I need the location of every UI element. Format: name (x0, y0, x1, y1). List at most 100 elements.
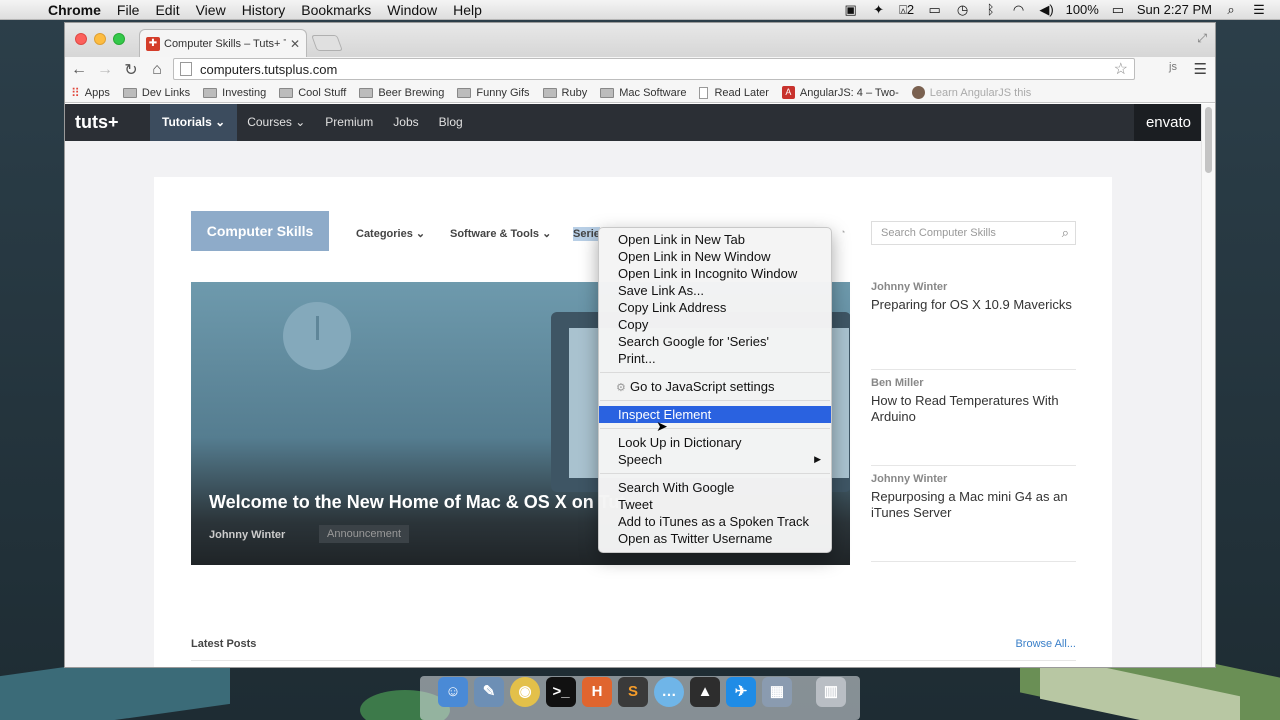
search-icon[interactable]: ⌕ (1062, 225, 1069, 241)
window-close-button[interactable] (75, 33, 87, 45)
ctx-open-incognito[interactable]: Open Link in Incognito Window (599, 265, 831, 282)
messages-icon[interactable]: … (654, 677, 684, 707)
tab-close-icon[interactable]: ✕ (290, 37, 300, 51)
bookmark-ruby[interactable]: Ruby (542, 87, 587, 99)
nav-tutorials[interactable]: Tutorials ⌄ (150, 104, 238, 141)
ctx-tweet[interactable]: Tweet (599, 496, 831, 513)
page-scrollbar[interactable] (1201, 104, 1215, 667)
ctx-save-link-as[interactable]: Save Link As... (599, 282, 831, 299)
post-title[interactable]: Repurposing a Mac mini G4 as an iTunes S… (871, 489, 1076, 521)
subnav-software-tools[interactable]: Software & Tools ⌄ (450, 227, 551, 240)
bookmark-dev-links[interactable]: Dev Links (122, 87, 190, 99)
terminal-icon[interactable]: >_ (546, 677, 576, 707)
menu-app-name[interactable]: Chrome (40, 2, 109, 18)
clock[interactable]: Sun 2:27 PM (1137, 2, 1212, 17)
extension-js-icon[interactable]: js (1169, 61, 1177, 73)
tuts-logo[interactable]: tuts+ (65, 112, 150, 133)
fullscreen-icon[interactable]: ⤢ (1197, 31, 1207, 46)
airplay-icon[interactable]: ▭ (926, 2, 944, 18)
subnav-categories[interactable]: Categories ⌄ (356, 227, 425, 240)
nav-courses[interactable]: Courses ⌄ (237, 104, 315, 141)
rss-icon[interactable]: ◔ (840, 227, 845, 237)
nav-blog[interactable]: Blog (429, 104, 473, 141)
home-icon[interactable]: ⌂ (145, 61, 169, 79)
menu-help[interactable]: Help (445, 2, 490, 18)
search-input[interactable]: Search Computer Skills ⌕ (871, 221, 1076, 245)
ctx-copy-link-address[interactable]: Copy Link Address (599, 299, 831, 316)
section-badge[interactable]: Computer Skills (191, 211, 329, 251)
ctx-print[interactable]: Print... (599, 350, 831, 367)
bookmark-apps[interactable]: ⠿ Apps (71, 86, 110, 100)
bookmark-angularjs[interactable]: A AngularJS: 4 – Two- (781, 86, 899, 99)
bookmark-cool-stuff[interactable]: Cool Stuff (279, 87, 346, 99)
post-title[interactable]: Preparing for OS X 10.9 Mavericks (871, 297, 1076, 313)
menu-file[interactable]: File (109, 2, 148, 18)
scrollbar-thumb[interactable] (1205, 107, 1212, 173)
preview-icon[interactable]: ✎ (474, 677, 504, 707)
time-machine-icon[interactable]: ◷ (954, 2, 972, 18)
browser-tab[interactable]: ✚ Computer Skills – Tuts+ T ✕ (139, 29, 307, 57)
chrome-icon[interactable]: ◉ (510, 677, 540, 707)
hero-author[interactable]: Johnny Winter (209, 529, 285, 541)
dropbox-icon[interactable]: ✦ (870, 2, 888, 18)
ctx-search-with-google[interactable]: Search With Google (599, 479, 831, 496)
chrome-menu-icon[interactable]: ☰ (1194, 60, 1207, 78)
wifi-icon[interactable]: ◠ (1010, 2, 1028, 18)
finder-icon[interactable]: ☺ (438, 677, 468, 707)
ctx-look-up-dictionary[interactable]: Look Up in Dictionary (599, 434, 831, 451)
twitter-icon[interactable]: ✈ (726, 677, 756, 707)
post-author[interactable]: Johnny Winter (871, 281, 1076, 293)
volume-icon[interactable]: ◀) (1038, 2, 1056, 18)
battery-percent[interactable]: 100% (1066, 2, 1099, 17)
post-author[interactable]: Ben Miller (871, 377, 1076, 389)
rocket-icon[interactable]: ▲ (690, 677, 720, 707)
bookmark-read-later[interactable]: Read Later (699, 86, 769, 99)
window-minimize-button[interactable] (94, 33, 106, 45)
browse-all-link[interactable]: Browse All... (1015, 638, 1076, 650)
reload-icon[interactable]: ↻ (119, 60, 143, 80)
menu-view[interactable]: View (188, 2, 234, 18)
nav-premium[interactable]: Premium (315, 104, 383, 141)
photos-icon[interactable]: ▦ (762, 677, 792, 707)
menu-edit[interactable]: Edit (147, 2, 187, 18)
forward-icon[interactable]: → (93, 61, 117, 79)
address-bar[interactable]: computers.tutsplus.com ☆ (173, 58, 1135, 80)
url-text[interactable]: computers.tutsplus.com (200, 62, 337, 77)
spotlight-icon[interactable]: ⌕ (1222, 2, 1240, 18)
notifications-icon[interactable]: ⍓2 (898, 2, 916, 18)
ctx-copy[interactable]: Copy (599, 316, 831, 333)
ctx-open-twitter-username[interactable]: Open as Twitter Username (599, 530, 831, 547)
post-title[interactable]: How to Read Temperatures With Arduino (871, 393, 1076, 425)
trash-icon[interactable]: ▥ (816, 677, 846, 707)
window-zoom-button[interactable] (113, 33, 125, 45)
bookmark-star-icon[interactable]: ☆ (1114, 59, 1128, 79)
battery-icon[interactable]: ▭ (1109, 2, 1127, 18)
nav-jobs[interactable]: Jobs (383, 104, 428, 141)
screen-record-icon[interactable]: ▣ (842, 2, 860, 18)
hero-tag[interactable]: Announcement (319, 525, 409, 543)
ctx-open-new-window[interactable]: Open Link in New Window (599, 248, 831, 265)
h-app-icon[interactable]: H (582, 677, 612, 707)
back-icon[interactable]: ← (67, 61, 91, 79)
ctx-add-to-itunes[interactable]: Add to iTunes as a Spoken Track (599, 513, 831, 530)
menu-history[interactable]: History (234, 2, 294, 18)
post-author[interactable]: Johnny Winter (871, 473, 1076, 485)
bookmark-mac-software[interactable]: Mac Software (600, 87, 686, 99)
ctx-open-new-tab[interactable]: Open Link in New Tab (599, 231, 831, 248)
subnav-series[interactable]: Serie (573, 227, 600, 241)
bluetooth-icon[interactable]: ᛒ (982, 2, 1000, 17)
new-tab-button[interactable] (311, 35, 343, 51)
ctx-search-google[interactable]: Search Google for 'Series' (599, 333, 831, 350)
hero-title[interactable]: Welcome to the New Home of Mac & OS X on… (209, 492, 625, 513)
menu-window[interactable]: Window (379, 2, 445, 18)
sidebar-post[interactable]: Ben Miller How to Read Temperatures With… (871, 377, 1076, 425)
ctx-inspect-element[interactable]: Inspect Element (599, 406, 831, 423)
menu-bookmarks[interactable]: Bookmarks (293, 2, 379, 18)
ctx-speech[interactable]: Speech ▶ (599, 451, 831, 468)
bookmark-investing[interactable]: Investing (203, 87, 266, 99)
bookmark-beer-brewing[interactable]: Beer Brewing (359, 87, 444, 99)
notification-center-icon[interactable]: ☰ (1250, 2, 1268, 18)
sublime-icon[interactable]: S (618, 677, 648, 707)
sidebar-post[interactable]: Johnny Winter Repurposing a Mac mini G4 … (871, 473, 1076, 521)
bookmark-funny-gifs[interactable]: Funny Gifs (457, 87, 530, 99)
